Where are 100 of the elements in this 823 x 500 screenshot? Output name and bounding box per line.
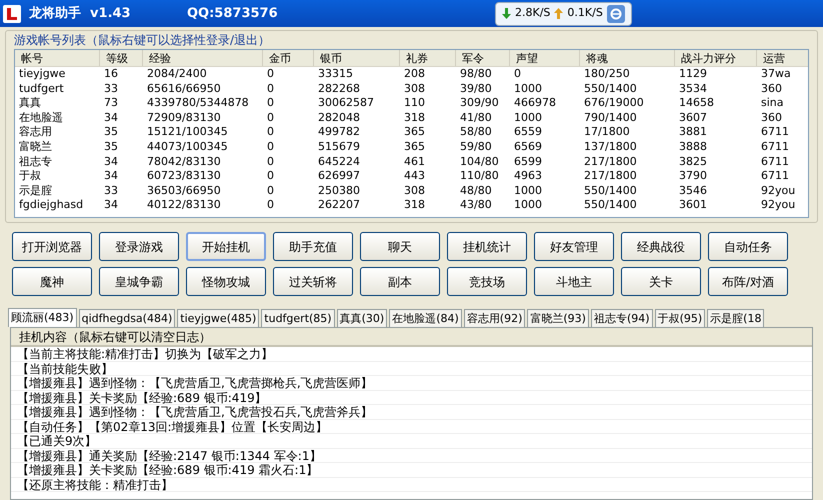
account-tab[interactable]: 真真(30) [336,309,388,327]
table-cell-text: 34 [103,169,119,184]
action-button[interactable]: 过关斩将 [273,267,353,296]
table-cell-text: 41/80 [459,110,493,126]
down-arrow-icon [502,8,511,19]
table-cell-text: 36503/66950 [146,184,222,198]
account-tab[interactable]: 示是腟(18 [707,309,764,327]
table-cell-text: 282268 [317,82,361,96]
action-button[interactable]: 经典战役 [621,232,701,261]
browser-icon[interactable] [606,4,625,22]
table-cell-text: 真真 [18,96,42,111]
column-header[interactable]: 运营 [757,50,808,66]
table-cell-text: 282048 [317,110,361,126]
table-cell-text: 1000 [513,184,543,198]
table-cell-text: 360 [760,110,783,126]
table-cell-text: 180/250 [583,67,631,82]
table-cell-text: 676/19000 [583,96,645,111]
action-button[interactable]: 关卡 [621,267,701,296]
account-tab[interactable]: tieyjgwe(485) [177,309,260,327]
account-tab[interactable]: 祖志专(94) [590,309,653,327]
table-cell-text: 0 [266,198,275,213]
table-cell-text: 790/1400 [583,110,638,126]
log-line: 【增援雍县】关卡奖励【经验:689 银币:419】 [11,390,812,405]
table-cell-text: 0 [513,67,522,82]
action-button[interactable]: 魔神 [12,267,92,296]
upload-speed: 0.1K/S [567,5,603,22]
table-cell-text: 308 [403,184,426,198]
table-cell-text: 6569 [513,140,543,155]
action-button[interactable]: 副本 [360,267,440,296]
table-cell-text: 0 [266,154,275,170]
table-cell-text: 33315 [317,67,354,82]
table-cell-text: 110 [403,96,426,111]
column-header[interactable]: 军令 [456,50,510,66]
log-line: 【增援雍县】关卡奖励【经验:689 银币:419 霜火石:1】 [11,463,812,478]
column-header[interactable]: 声望 [510,50,580,66]
log-line: 【当前主将技能:精准打击】切换为【破军之力】 [11,347,812,362]
table-cell-text: 309/90 [459,96,500,111]
table-cell-text: 0 [266,140,275,155]
action-button[interactable]: 布阵/对酒 [708,267,788,296]
action-button[interactable]: 打开浏览器 [12,232,92,261]
table-cell-text: tudfgert [18,82,65,96]
table-cell-text: 499782 [317,125,361,140]
account-tab[interactable]: qidfhegdsa(484) [78,309,176,327]
account-tab[interactable]: 容志用(92) [464,309,526,327]
download-speed: 2.8K/S [515,5,550,22]
column-header[interactable]: 将魂 [580,50,675,66]
table-cell-text: 443 [403,169,426,184]
table-cell-text: 富晓兰 [18,140,53,155]
action-button[interactable]: 聊天 [360,232,440,261]
table-cell-text: 110/80 [459,169,500,184]
table-cell-text: 2084/2400 [146,67,208,82]
table-cell-text: 318 [403,110,426,126]
action-button[interactable]: 怪物攻城 [186,267,266,296]
action-button[interactable]: 自动任务 [708,232,788,261]
table-cell-text: 98/80 [459,67,493,82]
action-button[interactable]: 竞技场 [447,267,527,296]
account-tab[interactable]: 顾流丽(483) [8,308,77,327]
action-button[interactable]: 开始挂机 [186,232,266,261]
table-cell-text: 65616/66950 [146,82,222,96]
table-cell-text: 3881 [678,125,708,140]
table-cell-text: 4339780/5344878 [146,96,250,111]
table-cell-text: 250380 [317,184,361,198]
action-button[interactable]: 挂机统计 [447,232,527,261]
table-cell-text: 1000 [513,198,543,213]
table-cell-text: 6711 [760,154,790,170]
table-cell-text: 33 [103,82,119,96]
column-header[interactable]: 礼券 [400,50,456,66]
column-header[interactable]: 银币 [314,50,400,66]
action-button[interactable]: 斗地主 [534,267,614,296]
action-button[interactable]: 好友管理 [534,232,614,261]
column-header[interactable]: 等级 [100,50,143,66]
table-cell-text: 72909/83130 [146,110,222,126]
table-cell-text: 0 [266,184,275,198]
table-cell-text: 3825 [678,154,708,170]
log-line: 【还原主将技能：精准打击】 [11,478,812,492]
action-button[interactable]: 助手充值 [273,232,353,261]
action-button[interactable]: 登录游戏 [99,232,179,261]
table-cell-text: 73 [103,96,119,111]
table-cell-text: 550/1400 [583,82,638,96]
table-cell-text: 262207 [317,198,361,213]
table-cell-text: 35 [103,125,119,140]
table-cell-text: 示是腟 [18,184,53,198]
action-button[interactable]: 皇城争霸 [99,267,179,296]
table-cell-text: 0 [266,169,275,184]
column-header[interactable]: 金币 [263,50,314,66]
qq-number: QQ:5873576 [187,4,279,23]
table-cell-text: sina [760,96,784,111]
table-cell-text: 39/80 [459,82,493,96]
account-tab[interactable]: tudfgert(85) [261,309,335,327]
table-cell-text: 92you [760,184,796,198]
account-tab[interactable]: 于叔(95) [654,309,706,327]
table-cell-text: 0 [266,82,275,96]
table-cell-text: 515679 [317,140,361,155]
column-header[interactable]: 经验 [143,50,263,66]
table-cell-text: 6711 [760,125,790,140]
account-tab[interactable]: 富晓兰(93) [527,309,589,327]
table-cell-text: 3888 [678,140,708,155]
account-tab[interactable]: 在地脸遥(84) [389,309,462,327]
column-header[interactable]: 帐号 [15,50,100,66]
column-header[interactable]: 战斗力评分 [675,50,757,66]
